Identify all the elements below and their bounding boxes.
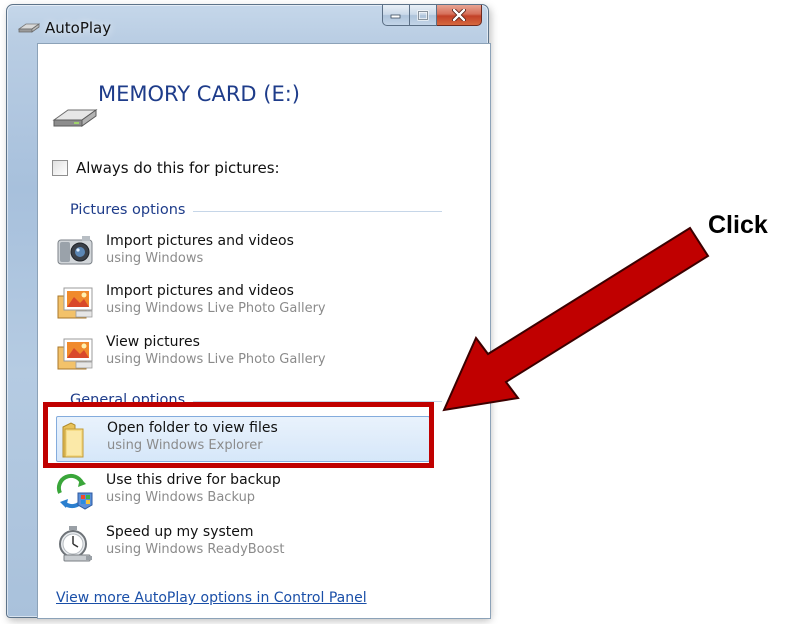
option-view-pictures[interactable]: View pictures using Windows Live Photo G…: [56, 331, 428, 375]
option-readyboost[interactable]: Speed up my system using Windows ReadyBo…: [56, 521, 428, 565]
option-subtitle: using Windows: [106, 251, 204, 266]
option-title: Import pictures and videos: [106, 283, 294, 299]
option-subtitle: using Windows ReadyBoost: [106, 542, 285, 557]
dialog-content: MEMORY CARD (E:) Always do this for pict…: [37, 43, 491, 619]
close-button[interactable]: [437, 5, 482, 26]
photo-gallery-icon: [57, 338, 93, 370]
option-backup[interactable]: Use this drive for backup using Windows …: [56, 469, 428, 513]
option-title: Use this drive for backup: [106, 472, 281, 488]
device-title: MEMORY CARD (E:): [98, 82, 300, 106]
pictures-options-header: Pictures options: [70, 202, 442, 218]
memory-card-drive-icon: [52, 109, 98, 127]
section-divider: [193, 210, 442, 212]
close-icon: [452, 9, 466, 21]
maximize-icon: [417, 9, 429, 21]
option-title: Import pictures and videos: [106, 233, 294, 249]
always-do-this-row: Always do this for pictures:: [52, 159, 280, 177]
caption-buttons: [382, 5, 482, 27]
highlight-box: [43, 402, 434, 468]
option-import-photo-gallery[interactable]: Import pictures and videos using Windows…: [56, 280, 428, 324]
section-title: Pictures options: [70, 202, 186, 218]
always-do-this-label: Always do this for pictures:: [76, 159, 280, 177]
window-title: AutoPlay: [45, 19, 112, 37]
click-annotation-label: Click: [708, 211, 768, 239]
option-import-windows[interactable]: Import pictures and videos using Windows: [56, 230, 428, 274]
option-title: View pictures: [106, 334, 200, 350]
minimize-icon: [390, 14, 401, 19]
option-subtitle: using Windows Backup: [106, 490, 256, 505]
camera-icon: [57, 236, 93, 265]
stopwatch-icon: [59, 526, 92, 562]
backup-icon: [56, 473, 93, 510]
option-subtitle: using Windows Live Photo Gallery: [106, 352, 326, 367]
photo-gallery-icon: [57, 287, 93, 319]
minimize-button[interactable]: [382, 5, 410, 26]
maximize-button[interactable]: [410, 5, 437, 26]
option-title: Speed up my system: [106, 524, 254, 540]
autoplay-window: AutoPlay MEMORY CARD (E:) Always do this…: [6, 4, 491, 619]
drive-icon: [18, 23, 40, 33]
option-subtitle: using Windows Live Photo Gallery: [106, 301, 326, 316]
control-panel-link[interactable]: View more AutoPlay options in Control Pa…: [56, 590, 367, 606]
always-do-this-checkbox[interactable]: [52, 160, 68, 176]
